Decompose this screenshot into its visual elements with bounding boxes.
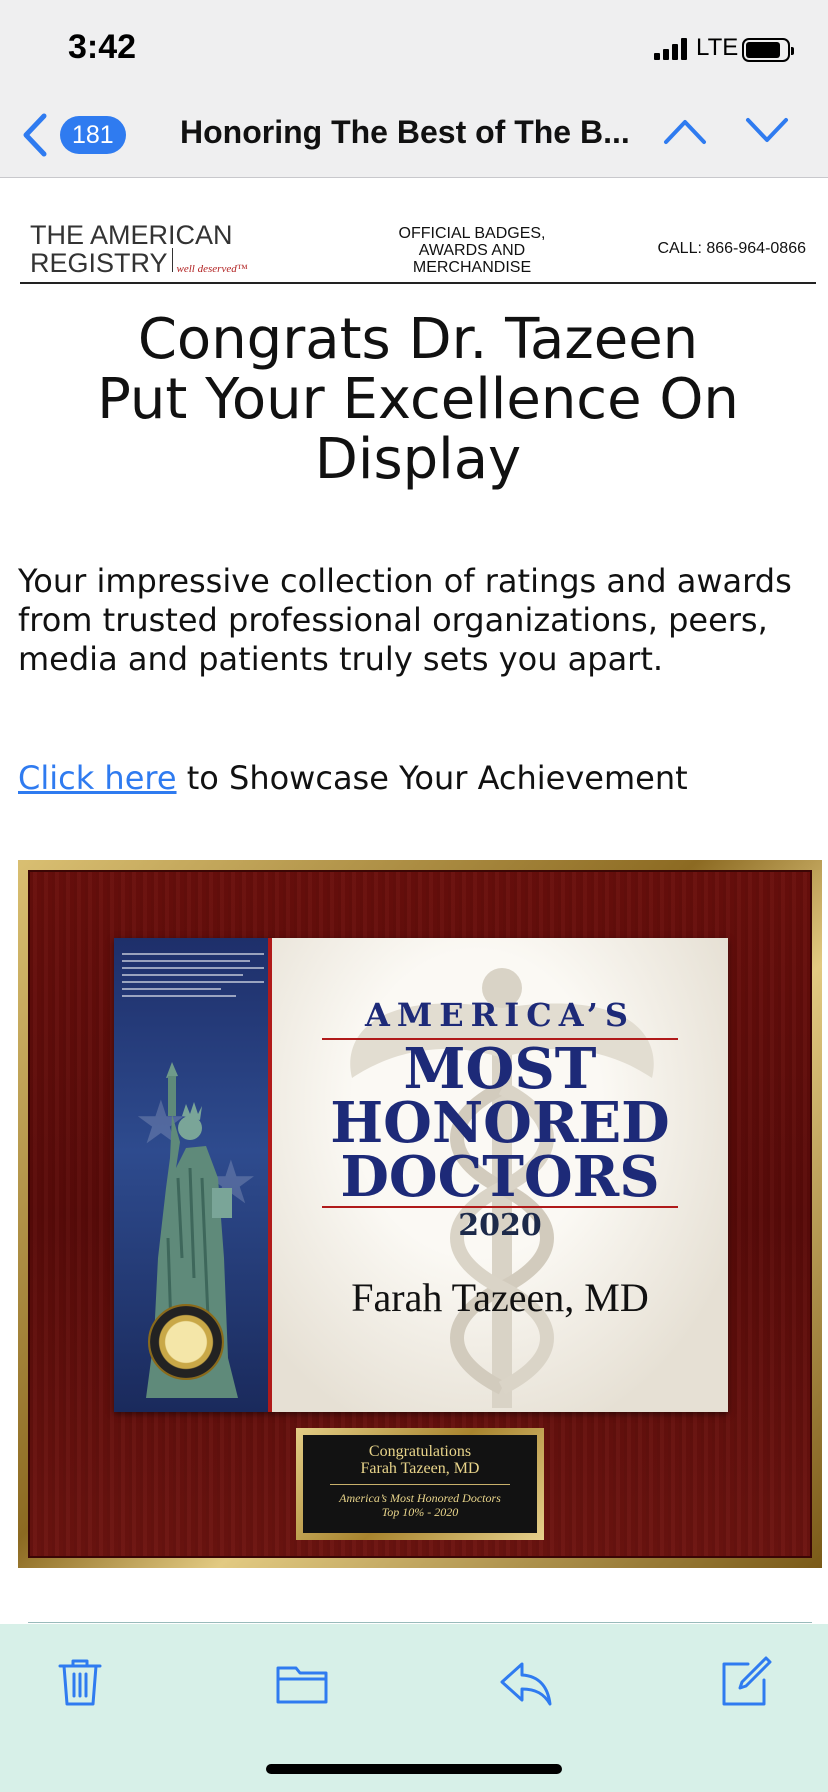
cert-title-line: MOST <box>403 1036 597 1102</box>
nameplate-rule <box>330 1484 510 1485</box>
email-headline: Congrats Dr. Tazeen Put Your Excellence … <box>20 310 816 490</box>
official-badges-link[interactable]: OFFICIAL BADGES, AWARDS AND MERCHANDISE <box>372 225 572 276</box>
unread-count-badge: 181 <box>60 116 126 154</box>
logo-divider <box>171 248 173 272</box>
side-panel-fine-print <box>122 948 264 1026</box>
top-10-percent-seal <box>148 1304 224 1380</box>
reply-icon[interactable] <box>498 1654 554 1710</box>
certificate-side-panel: ★ ★ ★ <box>114 938 272 1412</box>
header-mid-line: MERCHANDISE <box>412 259 532 276</box>
cert-recipient-name: Farah Tazeen, MD <box>351 1275 649 1320</box>
headline-line: Congrats Dr. Tazeen <box>137 307 699 372</box>
cert-americas: AMERICA’S <box>365 996 635 1034</box>
compose-icon[interactable] <box>718 1654 774 1710</box>
cta-text: to Showcase Your Achievement <box>176 759 688 797</box>
previous-message-chevron-up-icon[interactable] <box>662 114 708 148</box>
logo-line-2: REGISTRY <box>30 248 168 278</box>
nameplate-line: Top 10% - 2020 <box>381 1505 459 1519</box>
nav-bar: 181 Honoring The Best of The B... <box>0 100 828 178</box>
plaque-nameplate: Congratulations Farah Tazeen, MD America… <box>296 1428 544 1540</box>
certificate-main: AMERICA’S MOST HONORED DOCTORS 2020 Fara… <box>272 938 728 1412</box>
status-time: 3:42 <box>68 28 137 66</box>
toolbar-divider <box>28 1622 812 1623</box>
call-phone-link[interactable]: CALL: 866-964-0866 <box>657 240 806 258</box>
folder-icon[interactable] <box>274 1654 330 1710</box>
bottom-toolbar <box>0 1624 828 1792</box>
email-brand-header: THE AMERICAN REGISTRY well deserved™ OFF… <box>20 218 816 284</box>
email-body-paragraph: Your impressive collection of ratings an… <box>18 562 792 678</box>
cert-title-line: DOCTORS <box>340 1144 660 1210</box>
home-indicator[interactable] <box>266 1764 562 1774</box>
headline-line: Put Your Excellence On <box>97 367 739 432</box>
chevron-left-icon <box>23 113 47 157</box>
cellular-signal-icon <box>654 38 687 60</box>
email-subject-title: Honoring The Best of The B... <box>180 114 630 150</box>
cert-year: 2020 <box>458 1208 542 1243</box>
logo-tagline: well deserved™ <box>176 263 248 275</box>
award-plaque-image[interactable]: ★ ★ ★ <box>18 860 822 1568</box>
american-registry-logo[interactable]: THE AMERICAN REGISTRY well deserved™ <box>30 222 247 282</box>
header-mid-line: AWARDS AND <box>418 242 526 259</box>
network-type: LTE <box>696 34 739 61</box>
click-here-link[interactable]: Click here <box>18 759 177 797</box>
nameplate-line: Farah Tazeen, MD <box>360 1460 480 1477</box>
next-message-chevron-down-icon[interactable] <box>744 114 790 148</box>
cta-line: Click here to Showcase Your Achievement <box>18 758 818 798</box>
battery-icon <box>742 38 794 62</box>
back-button[interactable]: 181 <box>20 108 130 158</box>
cert-title-line: HONORED <box>330 1090 670 1156</box>
trash-icon[interactable] <box>52 1654 108 1710</box>
logo-line-1: THE AMERICAN <box>30 220 233 250</box>
nameplate-line: Congratulations <box>368 1443 472 1460</box>
award-certificate: ★ ★ ★ <box>114 938 728 1412</box>
status-bar: 3:42 LTE <box>0 0 828 100</box>
header-mid-line: OFFICIAL BADGES, <box>398 225 546 242</box>
headline-line: Display <box>314 427 522 492</box>
cert-title: MOST HONORED DOCTORS <box>272 1036 728 1210</box>
plaque-wood-panel: ★ ★ ★ <box>28 870 812 1558</box>
nameplate-line: America’s Most Honored Doctors <box>339 1491 501 1505</box>
